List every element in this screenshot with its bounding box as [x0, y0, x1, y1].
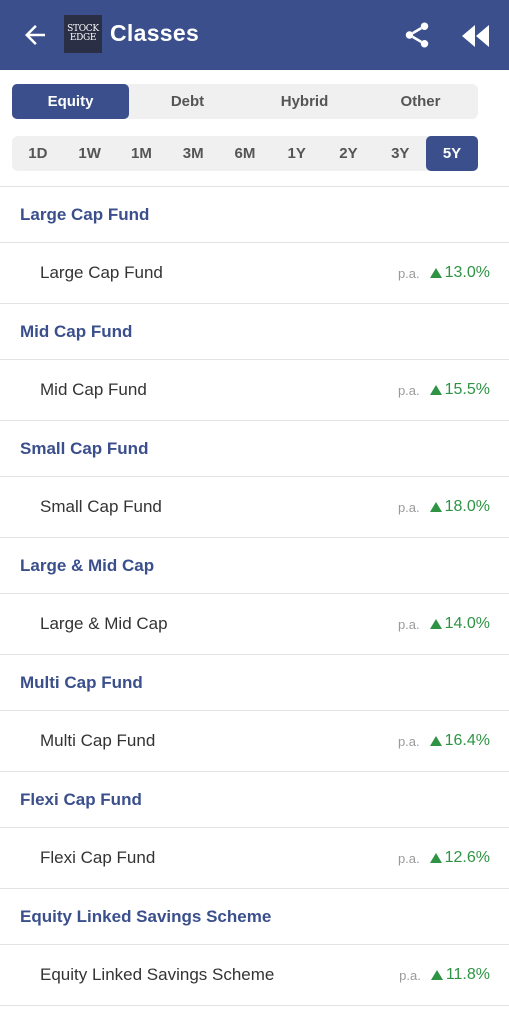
up-triangle-icon: [429, 853, 442, 863]
category-name: Large & Mid Cap: [40, 614, 168, 633]
return-text: 16.4%: [444, 732, 490, 749]
rewind-icon[interactable]: [458, 22, 492, 50]
list-item[interactable]: Mid Cap Fund p.a. 15.5%: [0, 360, 509, 421]
group-header-small-cap: Small Cap Fund: [0, 421, 509, 477]
return-text: 14.0%: [444, 615, 490, 632]
tab-debt[interactable]: Debt: [129, 84, 246, 119]
category-name: Flexi Cap Fund: [40, 848, 156, 867]
return-value: 15.5%: [429, 381, 490, 399]
return-value: 18.0%: [429, 498, 490, 516]
per-annum-label: p.a.: [397, 733, 420, 749]
return-value: 12.6%: [429, 849, 490, 867]
page-title: Classes: [110, 20, 200, 46]
return-value: 13.0%: [429, 264, 490, 282]
return-text: 13.0%: [444, 264, 490, 281]
asset-class-tabs: Equity Debt Hybrid Other: [12, 84, 478, 119]
per-annum-label: p.a.: [397, 616, 420, 632]
return-text: 18.0%: [444, 498, 490, 515]
category-name: Mid Cap Fund: [40, 380, 147, 399]
group-header-large-mid-cap: Large & Mid Cap: [0, 538, 509, 594]
category-name: Multi Cap Fund: [40, 731, 156, 750]
return-value: 16.4%: [429, 732, 490, 750]
list-item[interactable]: Multi Cap Fund p.a. 16.4%: [0, 711, 509, 772]
share-icon[interactable]: [402, 20, 432, 50]
stockedge-logo: STOCK EDGE: [64, 15, 102, 53]
list-item[interactable]: Equity Linked Savings Scheme p.a. 11.8%: [0, 945, 509, 1006]
list-item[interactable]: Large & Mid Cap p.a. 14.0%: [0, 594, 509, 655]
period-5y[interactable]: 5Y: [426, 136, 478, 171]
period-1y[interactable]: 1Y: [271, 136, 323, 171]
app-bar: STOCK EDGE Classes: [0, 0, 509, 70]
period-selector: 1D 1W 1M 3M 6M 1Y 2Y 3Y 5Y: [12, 136, 478, 171]
group-header-elss: Equity Linked Savings Scheme: [0, 889, 509, 945]
period-1w[interactable]: 1W: [64, 136, 116, 171]
category-name: Small Cap Fund: [40, 497, 162, 516]
category-name: Large Cap Fund: [40, 263, 163, 282]
tab-other[interactable]: Other: [363, 84, 478, 119]
per-annum-label: p.a.: [397, 265, 420, 281]
return-value: 11.8%: [430, 966, 490, 984]
period-3y[interactable]: 3Y: [374, 136, 426, 171]
logo-line-2: EDGE: [69, 33, 97, 43]
per-annum-label: p.a.: [399, 967, 421, 983]
group-header-large-cap: Large Cap Fund: [0, 187, 509, 243]
group-header-flexi-cap: Flexi Cap Fund: [0, 772, 509, 828]
period-3m[interactable]: 3M: [167, 136, 219, 171]
group-header-multi-cap: Multi Cap Fund: [0, 655, 509, 711]
return-value: 14.0%: [429, 615, 490, 633]
up-triangle-icon: [430, 970, 443, 980]
group-header-mid-cap: Mid Cap Fund: [0, 304, 509, 360]
category-name: Equity Linked Savings Scheme: [40, 965, 275, 984]
up-triangle-icon: [429, 502, 442, 512]
arrow-left-icon[interactable]: [20, 20, 50, 50]
return-text: 12.6%: [444, 849, 490, 866]
per-annum-label: p.a.: [397, 382, 420, 398]
list-item[interactable]: Flexi Cap Fund p.a. 12.6%: [0, 828, 509, 889]
up-triangle-icon: [429, 736, 442, 746]
category-list: Large Cap Fund Large Cap Fund p.a. 13.0%…: [0, 187, 509, 1006]
tab-equity[interactable]: Equity: [12, 84, 129, 119]
up-triangle-icon: [429, 268, 442, 278]
period-6m[interactable]: 6M: [219, 136, 271, 171]
return-text: 11.8%: [445, 966, 490, 983]
per-annum-label: p.a.: [397, 850, 420, 866]
list-item[interactable]: Small Cap Fund p.a. 18.0%: [0, 477, 509, 538]
return-text: 15.5%: [444, 381, 490, 398]
tab-hybrid[interactable]: Hybrid: [246, 84, 363, 119]
period-2y[interactable]: 2Y: [323, 136, 375, 171]
list-item[interactable]: Large Cap Fund p.a. 13.0%: [0, 243, 509, 304]
up-triangle-icon: [429, 619, 442, 629]
per-annum-label: p.a.: [397, 499, 420, 515]
period-1d[interactable]: 1D: [12, 136, 64, 171]
up-triangle-icon: [429, 385, 442, 395]
period-1m[interactable]: 1M: [116, 136, 168, 171]
